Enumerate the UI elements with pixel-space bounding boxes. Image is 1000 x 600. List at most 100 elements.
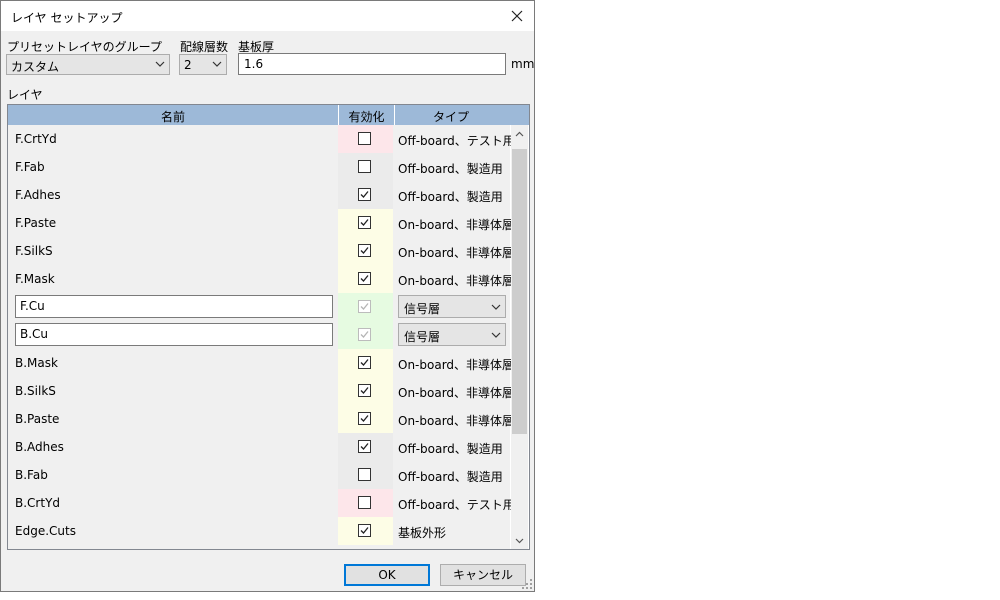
grid-header: 名前 有効化 タイプ [8,105,529,125]
enabled-checkbox[interactable] [358,496,371,509]
layer-type: On-board、非導体層 [398,218,515,232]
enabled-cell [338,349,393,377]
enabled-cell [338,237,393,265]
layer-name: F.SilkS [15,244,53,258]
ok-button[interactable]: OK [344,564,430,586]
table-row: B.Cu 信号層 [8,321,510,349]
layer-name: F.Paste [15,216,57,230]
copper-layers-value: 2 [184,58,192,72]
enabled-checkbox[interactable] [358,384,371,397]
layer-type: Off-board、テスト用 [398,134,515,148]
board-thickness-input[interactable]: 1.6 [238,53,506,75]
enabled-checkbox [358,328,371,341]
cancel-button[interactable]: キャンセル [440,564,526,586]
table-row: F.Mask On-board、非導体層 [8,265,514,293]
enabled-cell [338,321,393,349]
layer-name: B.Adhes [15,440,64,454]
layer-name: B.Paste [15,412,60,426]
layer-type: Off-board、製造用 [398,190,503,204]
layer-type-select[interactable]: 信号層 [398,323,506,346]
layer-name-value: F.Cu [20,299,45,313]
chevron-down-icon [491,304,501,310]
table-row: B.CrtYd Off-board、テスト用 [8,489,515,517]
table-row: F.Fab Off-board、製造用 [8,153,510,181]
enabled-checkbox[interactable] [358,356,371,369]
dialog-title: レイヤ セットアップ [11,11,123,25]
enabled-cell [338,181,393,209]
table-row: F.Cu 信号層 [8,293,510,321]
enabled-checkbox[interactable] [358,412,371,425]
enabled-checkbox[interactable] [358,160,371,173]
enabled-cell [338,489,393,517]
resize-grip-icon[interactable] [522,579,532,589]
layer-type: On-board、非導体層 [398,246,515,260]
enabled-checkbox[interactable] [358,244,371,257]
table-row: B.Adhes Off-board、製造用 [8,433,510,461]
enabled-cell [338,293,393,321]
enabled-checkbox[interactable] [358,440,371,453]
enabled-cell [338,125,393,153]
chevron-down-icon [491,332,501,338]
copper-layers-select[interactable]: 2 [179,54,227,75]
enabled-checkbox[interactable] [358,216,371,229]
table-row: B.Mask On-board、非導体層 [8,349,514,377]
column-header-type[interactable]: タイプ [395,108,507,125]
scroll-up-icon[interactable] [511,125,528,142]
preset-value: カスタム [11,60,60,74]
enabled-cell [338,377,393,405]
preset-select[interactable]: カスタム [6,54,170,75]
enabled-cell [338,461,393,489]
preset-label: プリセットレイヤのグループ [7,40,162,54]
column-header-name[interactable]: 名前 [8,108,338,125]
enabled-checkbox [358,300,371,313]
layer-setup-dialog: レイヤ セットアップ プリセットレイヤのグループ カスタム 配線層数 2 基板厚… [0,0,535,592]
layers-grid: 名前 有効化 タイプ F.CrtYd Off-board、テスト用 F.Fab Off… [7,104,530,550]
layer-name: F.CrtYd [15,132,57,146]
layer-type: 基板外形 [398,526,447,540]
layer-type-value: 信号層 [404,330,441,344]
layer-name: F.Mask [15,272,55,286]
enabled-checkbox[interactable] [358,272,371,285]
close-icon[interactable] [500,1,534,31]
table-row: F.SilkS On-board、非導体層 [8,237,514,265]
layer-name: B.CrtYd [15,496,61,510]
layer-type: On-board、非導体層 [398,274,515,288]
table-row: B.Paste On-board、非導体層 [8,405,514,433]
layer-name: F.Fab [15,160,45,174]
enabled-checkbox[interactable] [358,468,371,481]
layer-name-input[interactable]: B.Cu [15,323,333,346]
layer-type-select[interactable]: 信号層 [398,295,506,318]
layer-type: Off-board、製造用 [398,442,503,456]
table-row: F.CrtYd Off-board、テスト用 [8,125,515,153]
chevron-down-icon [212,61,222,67]
column-header-enabled[interactable]: 有効化 [339,108,394,125]
grid-rows: F.CrtYd Off-board、テスト用 F.Fab Off-board、製造用 F… [8,125,515,549]
layer-type: On-board、非導体層 [398,358,515,372]
enabled-cell [338,153,393,181]
layer-type-value: 信号層 [404,302,441,316]
enabled-checkbox[interactable] [358,524,371,537]
copper-layers-label: 配線層数 [180,40,229,54]
table-row: Edge.Cuts 基板外形 [8,517,510,545]
layer-name-input[interactable]: F.Cu [15,295,333,318]
title-bar: レイヤ セットアップ [1,1,534,31]
scroll-down-icon[interactable] [511,532,528,549]
enabled-checkbox[interactable] [358,132,371,145]
layer-type: Off-board、製造用 [398,162,503,176]
layer-type: Off-board、テスト用 [398,498,515,512]
board-thickness-value: 1.6 [244,57,264,71]
enabled-cell [338,405,393,433]
enabled-cell [338,209,393,237]
scrollbar-thumb[interactable] [512,149,527,434]
table-row: F.Adhes Off-board、製造用 [8,181,510,209]
enabled-checkbox[interactable] [358,188,371,201]
layer-name: F.Adhes [15,188,61,202]
table-row: B.SilkS On-board、非導体層 [8,377,514,405]
table-row: F.Paste On-board、非導体層 [8,209,514,237]
table-row: B.Fab Off-board、製造用 [8,461,510,489]
vertical-scrollbar[interactable] [511,125,528,549]
layer-name: B.SilkS [15,384,56,398]
enabled-cell [338,265,393,293]
layer-type: On-board、非導体層 [398,386,515,400]
layer-name: B.Mask [15,356,58,370]
